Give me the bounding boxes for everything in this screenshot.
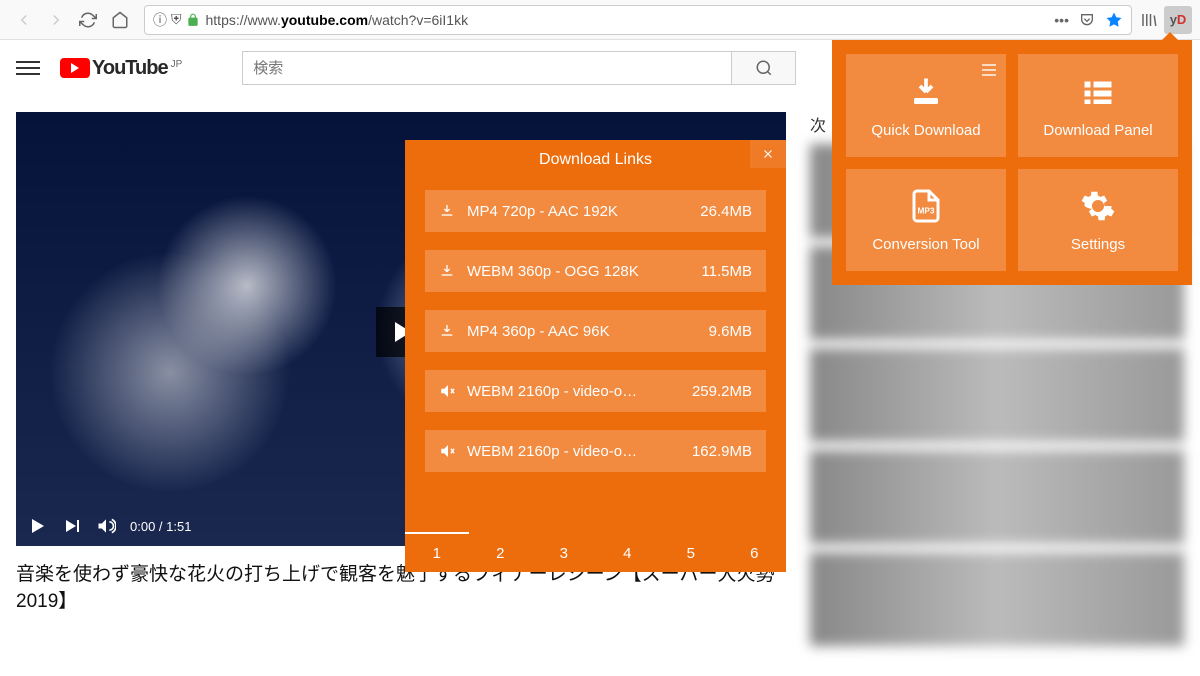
search-button[interactable] [732,51,796,85]
muted-icon [439,382,457,400]
svg-text:MP3: MP3 [918,207,935,216]
pager-page[interactable]: 3 [532,532,596,572]
youtube-region: JP [171,59,183,70]
tile-menu-icon[interactable] [982,64,996,76]
lock-icon [186,13,200,27]
next-icon[interactable] [62,516,82,536]
video-time: 0:00 / 1:51 [130,519,191,534]
gear-icon [1080,186,1116,226]
ext-tile-conversion-tool[interactable]: MP3 Conversion Tool [846,169,1006,272]
info-icon[interactable]: ⓘ [153,10,167,30]
download-item-label: WEBM 2160p - video-o… [467,383,682,400]
download-item[interactable]: WEBM 2160p - video-o… 259.2MB [425,370,766,412]
shield-icon[interactable]: ⛨ [171,11,182,28]
related-video-item[interactable] [810,552,1184,646]
download-item-label: MP4 360p - AAC 96K [467,323,699,340]
back-button[interactable] [8,4,40,36]
bookmark-star-icon[interactable] [1105,11,1123,29]
download-item-size: 259.2MB [692,383,752,400]
pager-page[interactable]: 5 [659,532,723,572]
volume-icon[interactable] [96,516,116,536]
download-item[interactable]: WEBM 360p - OGG 128K 11.5MB [425,250,766,292]
browser-toolbar: ⓘ ⛨ https://www.youtube.com/watch?v=6iI1… [0,0,1200,40]
download-item-label: WEBM 2160p - video-o… [467,443,682,460]
library-icon[interactable] [1140,11,1158,29]
mp3-file-icon: MP3 [908,186,944,226]
home-button[interactable] [104,4,136,36]
ext-tile-label: Settings [1071,236,1125,253]
download-item-size: 11.5MB [701,263,752,280]
forward-button[interactable] [40,4,72,36]
reload-button[interactable] [72,4,104,36]
download-item-size: 9.6MB [709,323,752,340]
address-bar[interactable]: ⓘ ⛨ https://www.youtube.com/watch?v=6iI1… [144,5,1132,35]
close-button[interactable] [750,140,786,168]
url-text: https://www.youtube.com/watch?v=6iI1kk [206,12,1047,28]
related-video-item[interactable] [810,450,1184,544]
ext-tile-label: Conversion Tool [872,236,979,253]
download-item-size: 162.9MB [692,443,752,460]
youtube-brand-text: YouTube [92,57,168,80]
ext-tile-settings[interactable]: Settings [1018,169,1178,272]
pocket-icon[interactable] [1079,12,1095,28]
download-item-label: MP4 720p - AAC 192K [467,203,690,220]
pager-page[interactable]: 4 [596,532,660,572]
download-tray-icon [908,72,944,112]
hamburger-menu-icon[interactable] [16,61,40,75]
extension-popup: Quick Download Download Panel MP3 Convers… [832,40,1192,285]
list-icon [1080,72,1116,112]
pager-page[interactable]: 1 [405,532,469,572]
download-links-panel: Download Links MP4 720p - AAC 192K 26.4M… [405,140,786,572]
ext-tile-quick-download[interactable]: Quick Download [846,54,1006,157]
pager-page[interactable]: 6 [723,532,787,572]
pager-page[interactable]: 2 [469,532,533,572]
download-item[interactable]: MP4 360p - AAC 96K 9.6MB [425,310,766,352]
download-item-label: WEBM 360p - OGG 128K [467,263,691,280]
play-icon[interactable] [28,516,48,536]
muted-icon [439,442,457,460]
yd-extension-icon[interactable]: yD [1164,6,1192,34]
search-input[interactable] [242,51,732,85]
youtube-play-icon [60,58,90,78]
related-video-item[interactable] [810,348,1184,442]
download-icon [439,203,457,219]
download-panel-header: Download Links [405,140,786,180]
download-item-size: 26.4MB [700,203,752,220]
ext-tile-label: Quick Download [871,122,980,139]
download-item[interactable]: WEBM 2160p - video-o… 162.9MB [425,430,766,472]
download-item[interactable]: MP4 720p - AAC 192K 26.4MB [425,190,766,232]
download-panel-title: Download Links [539,151,652,169]
download-icon [439,323,457,339]
ext-tile-download-panel[interactable]: Download Panel [1018,54,1178,157]
more-icon[interactable]: ••• [1054,12,1069,28]
ext-tile-label: Download Panel [1043,122,1152,139]
download-icon [439,263,457,279]
youtube-logo[interactable]: YouTube JP [60,57,182,80]
